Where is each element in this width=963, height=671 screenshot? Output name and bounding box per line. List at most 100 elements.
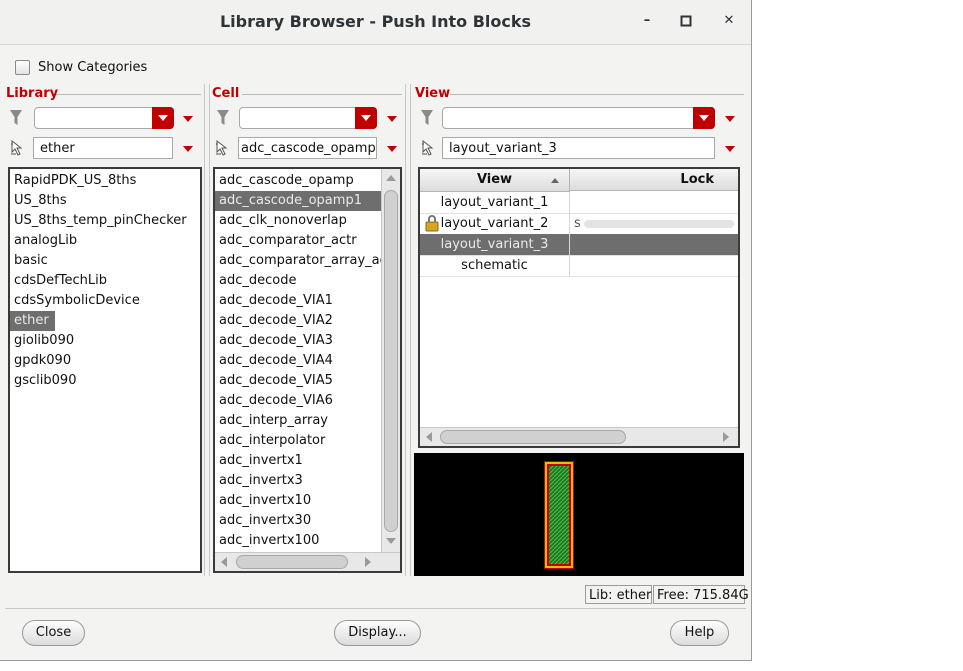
cell-list-item[interactable]: adc_decode_VIA6 [215,391,382,411]
cell-filter-dropdown-icon[interactable] [355,107,377,129]
scroll-down-icon[interactable] [386,538,396,544]
cell-filter-menu-icon[interactable] [387,116,397,122]
cell-list-item[interactable]: adc_decode_VIA3 [215,331,382,351]
status-free: Free: 715.84G [653,585,749,604]
cell-list-item[interactable]: adc_decode_VIA2 [215,311,382,331]
scroll-up-icon[interactable] [386,175,396,181]
cell-list-item[interactable]: adc_decode_VIA1 [215,291,382,311]
layout-thumbnail-icon [544,461,574,569]
lock-icon [425,215,439,232]
library-list-item[interactable]: ether [10,311,55,331]
scroll-right-icon[interactable] [723,432,729,442]
scroll-right-icon[interactable] [365,557,371,567]
view-cell: schematic [420,255,570,276]
cell-list-item[interactable]: adc_decode_VIA5 [215,371,382,391]
library-name-field[interactable]: ether [33,137,173,159]
show-categories[interactable]: Show Categories [15,60,147,75]
pane-divider-2[interactable] [405,84,411,576]
view-table-row[interactable]: schematic [420,255,738,277]
cell-list-item[interactable]: adc_interp_array [215,411,382,431]
show-categories-label: Show Categories [38,60,148,75]
scroll-left-icon[interactable] [426,432,432,442]
view-table-hscroll-thumb[interactable] [440,430,626,444]
library-browser-window: Library Browser - Push Into Blocks – ✕ S… [0,0,752,661]
cell-list-item[interactable]: adc_comparator_actr [215,231,382,251]
view-table-row[interactable]: layout_variant_2 s [420,213,738,235]
view-column-header[interactable]: View [420,169,570,192]
cell-list-item[interactable]: adc_decode_VIA4 [215,351,382,371]
cell-list-hscroll-thumb[interactable] [236,555,348,569]
cell-list-item[interactable]: adc_invertx1 [215,451,382,471]
show-categories-checkbox[interactable] [15,60,30,75]
cell-header: Cell [212,86,240,101]
view-header-rule [450,94,744,95]
view-table: View Lock layout_variant_1 layout_variant… [418,167,740,448]
library-list-item[interactable]: RapidPDK_US_8ths [10,171,200,191]
cell-list-item[interactable]: adc_cascode_opamp [215,171,382,191]
library-list-item[interactable]: US_8ths [10,191,200,211]
view-header: View [415,86,451,101]
library-filter-combo[interactable] [34,107,174,129]
cell-list-vscroll-thumb[interactable] [384,190,398,532]
scroll-left-icon[interactable] [221,557,227,567]
maximize-icon [680,15,692,27]
library-list-item[interactable]: analogLib [10,231,200,251]
cell-header-rule [242,94,402,95]
cell-list-item[interactable]: adc_invertx3 [215,471,382,491]
help-button[interactable]: Help [670,620,729,646]
view-filter-menu-icon[interactable] [725,116,735,122]
cell-name-field[interactable]: adc_cascode_opamp1 [238,137,377,159]
view-name-field[interactable]: layout_variant_3 [442,137,715,159]
library-list-item[interactable]: cdsDefTechLib [10,271,200,291]
cell-list-vscrollbar[interactable] [381,169,400,552]
cell-list-item[interactable]: adc_clk_nonoverlap [215,211,382,231]
cell-list-item[interactable]: adc_interpolator [215,431,382,451]
library-name-menu-icon[interactable] [183,146,193,152]
layout-preview [414,453,744,576]
view-table-row[interactable]: layout_variant_1 [420,192,738,214]
lock-column-header[interactable]: Lock [570,169,738,191]
view-name-menu-icon[interactable] [725,146,735,152]
library-list: RapidPDK_US_8ths US_8ths US_8ths_temp_pinC… [8,167,202,573]
view-table-row[interactable]: layout_variant_3 [420,234,738,256]
library-filter-dropdown-icon[interactable] [152,107,174,129]
view-cell: layout_variant_3 [420,234,570,255]
library-list-item[interactable]: basic [10,251,200,271]
close-window-button[interactable]: ✕ [718,10,740,32]
display-button[interactable]: Display... [334,620,421,646]
close-button[interactable]: Close [22,620,85,646]
library-list-item[interactable]: cdsSymbolicDevice [10,291,200,311]
view-filter-icon [421,110,433,125]
pane-divider-1[interactable] [204,84,210,576]
library-list-item[interactable]: gpdk090 [10,351,200,371]
library-list-item[interactable]: US_8ths_temp_pinChecker [10,211,200,231]
library-header-rule [56,94,201,95]
lock-owner-redacted [584,220,734,228]
library-list-item[interactable]: gsclib090 [10,371,200,391]
sort-ascending-icon [551,178,559,183]
cell-list-item[interactable]: adc_decode [215,271,382,291]
cell-list-item[interactable]: adc_invertx100 [215,531,382,551]
minimize-button[interactable]: – [636,10,658,32]
view-cursor-icon [422,140,434,156]
cell-name-menu-icon[interactable] [387,146,397,152]
cell-list-item[interactable]: adc_invertx10 [215,491,382,511]
button-separator [5,608,746,609]
cell-list-hscrollbar[interactable] [215,552,400,571]
cell-filter-icon [217,110,229,125]
view-filter-combo[interactable] [442,107,715,129]
library-list-item[interactable]: giolib090 [10,331,200,351]
library-filter-menu-icon[interactable] [183,116,193,122]
cell-filter-combo[interactable] [239,107,377,129]
cell-list-item[interactable]: adc_invertx30 [215,511,382,531]
cell-list-item[interactable]: adc_cascode_opamp1 [215,191,382,211]
library-filter-icon [10,110,22,125]
library-cursor-icon [11,140,23,156]
title-bar: Library Browser - Push Into Blocks – ✕ [0,0,751,45]
view-filter-dropdown-icon[interactable] [693,107,715,129]
view-table-hscrollbar[interactable] [420,427,738,446]
cell-list: adc_cascode_opamp adc_cascode_opamp1 adc_c… [213,167,402,573]
cell-cursor-icon [216,140,228,156]
cell-list-item[interactable]: adc_comparator_array_actr [215,251,382,271]
maximize-button[interactable] [675,10,697,32]
